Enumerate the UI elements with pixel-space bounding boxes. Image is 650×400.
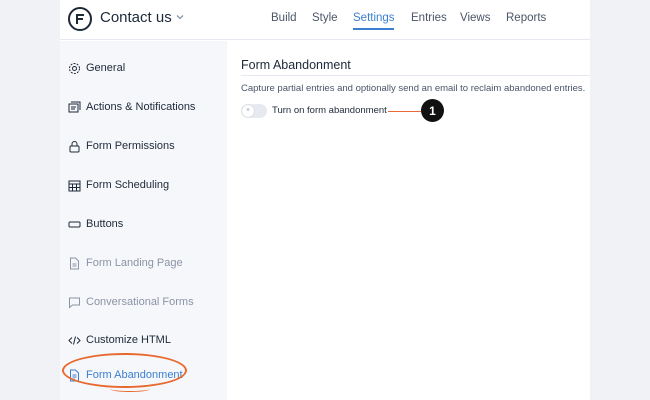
highlight-ring: [62, 353, 187, 388]
sidebar-item-label: Form Scheduling: [86, 179, 170, 191]
sidebar-item-label: Customize HTML: [86, 334, 171, 346]
sidebar-item-label: Conversational Forms: [86, 296, 194, 308]
sidebar-item-label: Buttons: [86, 218, 124, 230]
tab-settings[interactable]: Settings: [353, 11, 395, 33]
tab-style[interactable]: Style: [312, 11, 338, 33]
button-icon: [68, 218, 81, 231]
gear-icon: [68, 62, 81, 75]
page-icon: [68, 257, 81, 270]
sidebar-item-label: Form Permissions: [86, 140, 175, 152]
section-divider: [241, 75, 590, 76]
section-description: Capture partial entries and optionally s…: [241, 83, 586, 94]
sidebar-item-label: Actions & Notifications: [86, 101, 196, 113]
form-title[interactable]: Contact us: [100, 9, 172, 26]
tab-build[interactable]: Build: [271, 11, 297, 33]
chevron-down-icon[interactable]: [174, 11, 186, 23]
tab-views[interactable]: Views: [460, 11, 491, 33]
notifications-icon: [68, 101, 81, 114]
calendar-icon: [68, 179, 81, 192]
sidebar-item-form-scheduling[interactable]: Form Scheduling: [68, 175, 169, 195]
toggle-label[interactable]: Turn on form abandonment: [272, 105, 387, 116]
sidebar-item-general[interactable]: General: [68, 58, 125, 78]
sidebar-item-label: General: [86, 62, 126, 74]
form-abandonment-toggle[interactable]: ×: [241, 104, 267, 118]
sidebar-item-form-landing-page[interactable]: Form Landing Page: [68, 253, 183, 273]
section-title: Form Abandonment: [241, 58, 351, 72]
tab-reports[interactable]: Reports: [506, 11, 546, 33]
sidebar-item-label: Form Landing Page: [86, 257, 183, 269]
formidable-logo-icon[interactable]: [68, 7, 92, 31]
top-nav: Build Style Settings Entries Views Repor…: [271, 11, 546, 33]
lock-icon: [68, 140, 81, 153]
callout-connector: [388, 111, 421, 112]
step-number-badge: 1: [421, 99, 444, 122]
highlight-tail: [110, 386, 150, 392]
tab-entries[interactable]: Entries: [411, 11, 447, 33]
settings-panel: Form Abandonment Capture partial entries…: [227, 41, 590, 400]
chat-icon: [68, 296, 81, 309]
sidebar-item-actions-notifications[interactable]: Actions & Notifications: [68, 97, 195, 117]
sidebar-item-customize-html[interactable]: Customize HTML: [68, 330, 171, 350]
toggle-off-icon: ×: [242, 105, 254, 117]
code-icon: [68, 334, 81, 347]
sidebar-item-form-permissions[interactable]: Form Permissions: [68, 136, 175, 156]
sidebar-item-buttons[interactable]: Buttons: [68, 214, 123, 234]
settings-sidebar: General Actions & Notifications Form Per…: [60, 41, 227, 400]
top-bar: Contact us Build Style Settings Entries …: [60, 0, 590, 40]
sidebar-item-conversational-forms[interactable]: Conversational Forms: [68, 292, 194, 312]
